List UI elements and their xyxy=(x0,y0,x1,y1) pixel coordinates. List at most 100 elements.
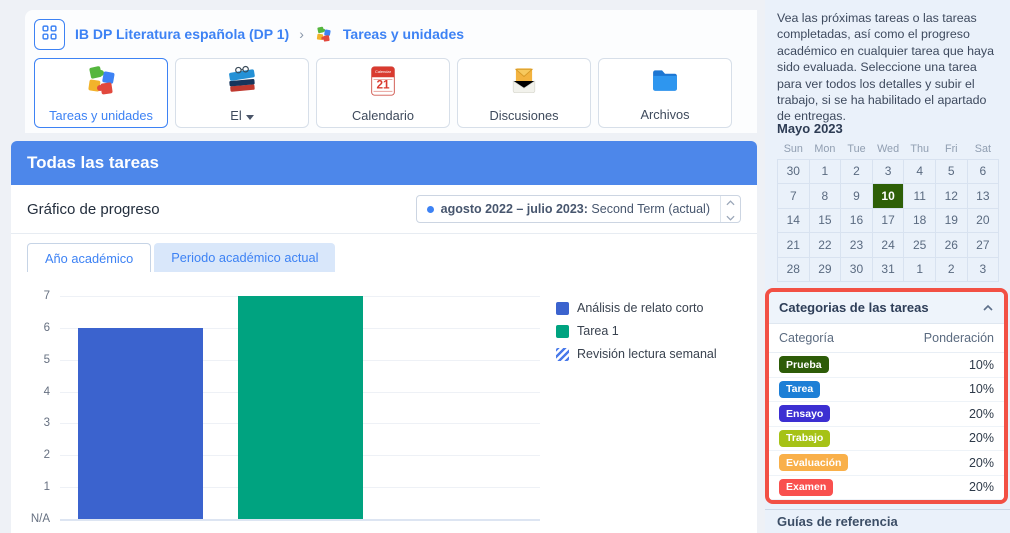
calendar-day-cell[interactable]: 12 xyxy=(935,184,967,209)
calendar-day-cell[interactable]: 5 xyxy=(935,159,967,184)
y-axis-tick: 6 xyxy=(44,322,50,334)
calendar-day-cell[interactable]: 15 xyxy=(809,208,841,233)
calendar-day-cell[interactable]: 29 xyxy=(809,257,841,282)
category-column-label: Categoría xyxy=(779,331,834,345)
calendar-day-cell[interactable]: 3 xyxy=(872,159,904,184)
calendar-day-cell[interactable]: 18 xyxy=(904,208,936,233)
chart-legend: Análisis de relato corto Tarea 1 Revisión … xyxy=(556,301,717,361)
section-header-bar: Todas las tareas xyxy=(11,141,757,185)
legend-swatch xyxy=(556,325,569,338)
calendar-day-cell[interactable]: 26 xyxy=(935,233,967,258)
tab-ano-academico[interactable]: Año académico xyxy=(27,243,151,272)
puzzle-icon xyxy=(314,25,333,44)
mini-calendar: SunMonTueWedThuFriSat3012345678910111213… xyxy=(777,142,999,282)
category-row-examen: Examen20% xyxy=(769,476,1004,501)
calendar-day-cell[interactable]: 8 xyxy=(809,184,841,209)
calendar-day-cell-selected[interactable]: 10 xyxy=(872,184,904,209)
bar-tarea-1[interactable] xyxy=(238,296,363,519)
legend-item-tarea-1[interactable]: Tarea 1 xyxy=(556,324,717,338)
calendar-day-cell[interactable]: 30 xyxy=(841,257,873,282)
calendar-day-cell[interactable]: 14 xyxy=(778,208,810,233)
term-selector[interactable]: agosto 2022 – julio 2023: Second Term (a… xyxy=(416,195,741,223)
calendar-day-cell[interactable]: 23 xyxy=(841,233,873,258)
category-row-trabajo: Trabajo20% xyxy=(769,427,1004,452)
chart-header-row: Gráfico de progreso agosto 2022 – julio … xyxy=(11,185,757,234)
calendar-day-cell[interactable]: 2 xyxy=(841,159,873,184)
calendar-day-cell[interactable]: 28 xyxy=(778,257,810,282)
term-dot-icon xyxy=(427,206,434,213)
main-panel: Gráfico de progreso agosto 2022 – julio … xyxy=(11,185,757,533)
calendar-day-cell[interactable]: 21 xyxy=(778,233,810,258)
calendar-day-cell[interactable]: 7 xyxy=(778,184,810,209)
bar-analisis-de-relato-corto[interactable] xyxy=(78,328,203,519)
tab-periodo-academico-actual[interactable]: Periodo académico actual xyxy=(154,243,335,272)
calendar-day-cell[interactable]: 20 xyxy=(967,208,999,233)
calendar-day-cell[interactable]: 19 xyxy=(935,208,967,233)
apps-grid-button[interactable] xyxy=(34,19,65,50)
legend-item-revision-lectura-semanal[interactable]: Revisión lectura semanal xyxy=(556,347,717,361)
calendar-day-cell[interactable]: 1 xyxy=(904,257,936,282)
categories-rows: Prueba10%Tarea10%Ensayo20%Trabajo20%Eval… xyxy=(769,353,1004,500)
weight-column-label: Ponderación xyxy=(924,331,994,345)
y-axis-tick: 3 xyxy=(44,417,50,429)
term-selector-value: agosto 2022 – julio 2023: Second Term (a… xyxy=(417,196,720,222)
category-row-tarea: Tarea10% xyxy=(769,378,1004,403)
books-icon xyxy=(223,62,261,103)
category-row-evaluacion: Evaluación20% xyxy=(769,451,1004,476)
calendar-day-cell[interactable]: 4 xyxy=(904,159,936,184)
calendar-day-cell[interactable]: 31 xyxy=(872,257,904,282)
breadcrumb-current-link[interactable]: Tareas y unidades xyxy=(343,26,464,42)
legend-item-analisis-de-relato-corto[interactable]: Análisis de relato corto xyxy=(556,301,717,315)
calendar-day-cell[interactable]: 11 xyxy=(904,184,936,209)
category-badge: Examen xyxy=(779,479,833,496)
calendar-day-cell[interactable]: 27 xyxy=(967,233,999,258)
nav-tile-discusiones[interactable]: Discusiones xyxy=(457,58,591,128)
nav-tile-label: Discusiones xyxy=(490,108,559,123)
calendar-day-cell[interactable]: 1 xyxy=(809,159,841,184)
calendar-day-cell[interactable]: 22 xyxy=(809,233,841,258)
category-weight: 10% xyxy=(969,358,994,372)
calendar-day-cell[interactable]: 24 xyxy=(872,233,904,258)
category-row-ensayo: Ensayo20% xyxy=(769,402,1004,427)
calendar-day-cell[interactable]: 6 xyxy=(967,159,999,184)
category-badge: Prueba xyxy=(779,356,829,373)
breadcrumb-separator: › xyxy=(299,26,304,42)
category-weight: 20% xyxy=(969,407,994,421)
selector-spinner[interactable] xyxy=(720,196,740,222)
categories-panel-header: Categorias de las tareas xyxy=(769,292,1004,324)
chart-tabs: Año académicoPeriodo académico actual xyxy=(27,243,335,272)
calendar-day-cell[interactable]: 17 xyxy=(872,208,904,233)
categories-column-headers: Categoría Ponderación xyxy=(769,324,1004,353)
sidebar: Vea las próximas tareas o las tareas com… xyxy=(765,0,1010,533)
reference-guides-title: Guías de referencia xyxy=(777,514,898,529)
nav-tile-el[interactable]: El xyxy=(175,58,309,128)
y-axis-tick: 4 xyxy=(44,386,50,398)
calendar-day-cell[interactable]: 25 xyxy=(904,233,936,258)
y-axis-tick: 1 xyxy=(44,481,50,493)
term-range-text: agosto 2022 – julio 2023: xyxy=(441,202,588,216)
calendar-day-cell[interactable]: 3 xyxy=(967,257,999,282)
legend-swatch xyxy=(556,348,569,361)
calendar-day-cell[interactable]: 16 xyxy=(841,208,873,233)
categories-title: Categorias de las tareas xyxy=(779,300,929,315)
breadcrumb-course-link[interactable]: IB DP Literatura española (DP 1) xyxy=(75,26,289,42)
nav-tile-calendario[interactable]: Calendar 21 Calendario xyxy=(316,58,450,128)
nav-tile-tareas-y-unidades[interactable]: Tareas y unidades xyxy=(34,58,168,128)
calendar-day-header: Sun xyxy=(778,142,810,159)
nav-tiles: Tareas y unidades El Calendar 21 Calenda… xyxy=(34,58,732,128)
course-header-panel: IB DP Literatura española (DP 1) › Tarea… xyxy=(25,10,757,133)
calendar-icon: Calendar 21 xyxy=(366,63,400,104)
nav-tile-archivos[interactable]: Archivos xyxy=(598,58,732,128)
task-categories-panel: Categorias de las tareas Categoría Ponde… xyxy=(765,288,1008,504)
chevron-up-icon[interactable] xyxy=(982,304,994,312)
calendar-day-cell[interactable]: 9 xyxy=(841,184,873,209)
nav-tile-label: Tareas y unidades xyxy=(49,108,153,123)
gridline xyxy=(60,519,540,521)
progress-bar-chart: 7654321N/A Análisis de relato cortoTarea… xyxy=(11,281,757,533)
calendar-day-cell[interactable]: 13 xyxy=(967,184,999,209)
svg-text:Calendar: Calendar xyxy=(375,69,392,74)
calendar-day-header: Sat xyxy=(967,142,999,159)
category-badge: Trabajo xyxy=(779,430,830,447)
calendar-day-cell[interactable]: 30 xyxy=(778,159,810,184)
calendar-day-cell[interactable]: 2 xyxy=(935,257,967,282)
